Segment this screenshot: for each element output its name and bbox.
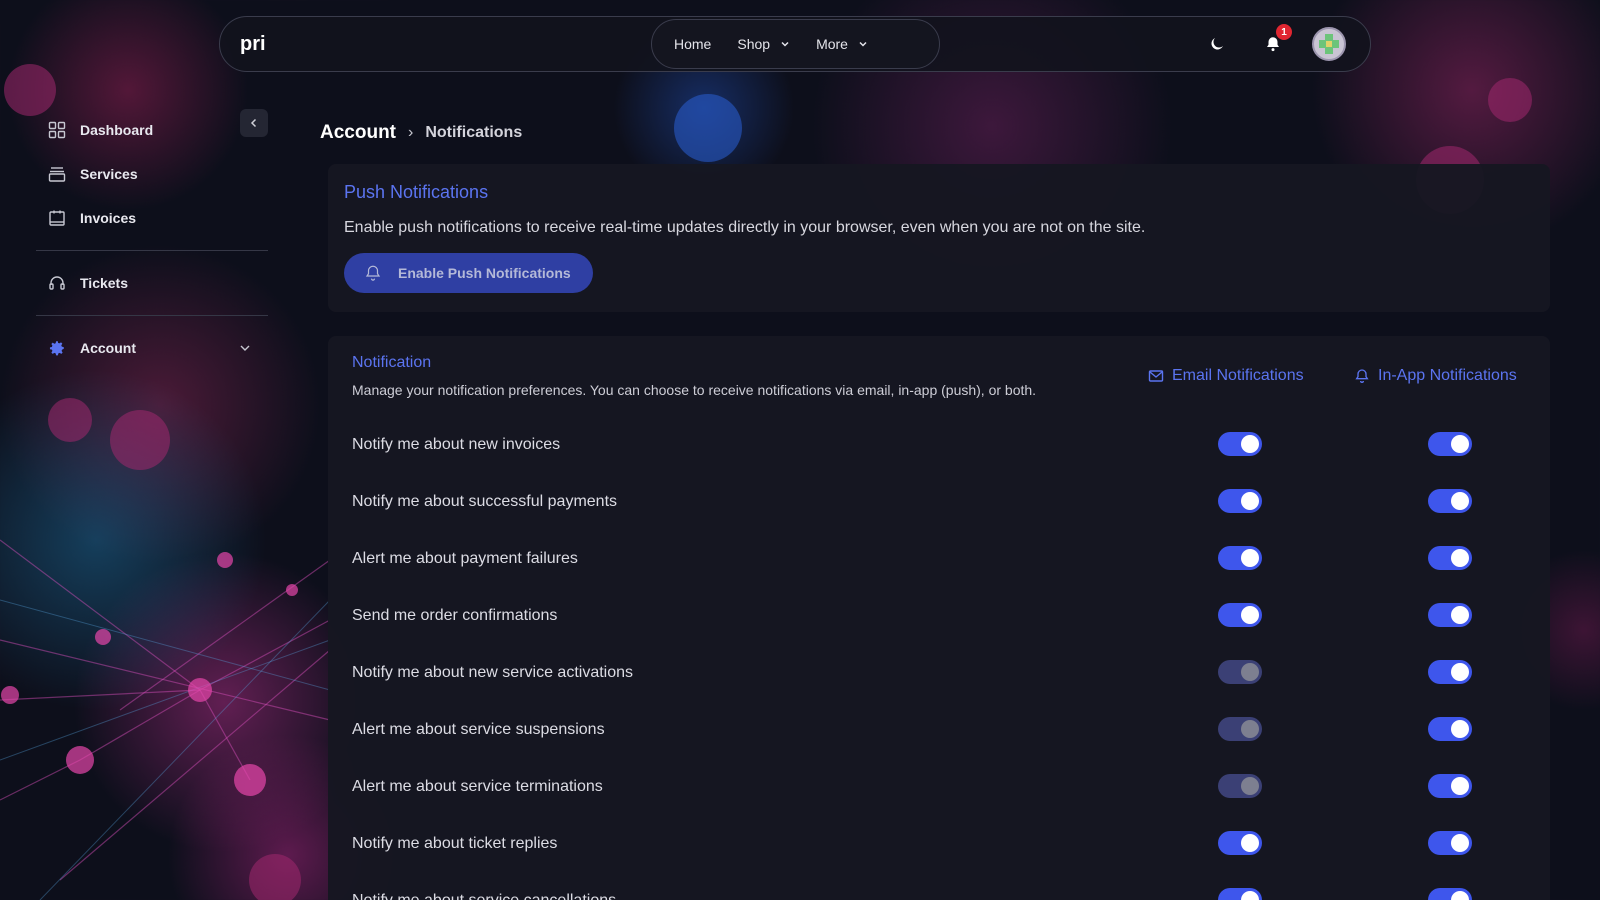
sidebar-item-label: Services: [80, 166, 138, 182]
top-actions: 1: [1178, 24, 1346, 61]
sidebar-item-account[interactable]: Account: [36, 326, 268, 370]
preference-row: Notify me about service cancellations: [352, 874, 1550, 900]
avatar[interactable]: [1312, 27, 1346, 61]
email-toggle[interactable]: [1218, 546, 1262, 570]
email-toggle[interactable]: [1218, 432, 1262, 456]
main-nav: Home Shop More: [651, 19, 940, 69]
preference-row: Alert me about service suspensions: [352, 703, 1550, 760]
enable-push-button[interactable]: Enable Push Notifications: [344, 253, 593, 293]
preference-label: Alert me about service suspensions: [352, 721, 605, 738]
inapp-toggle[interactable]: [1428, 717, 1472, 741]
email-toggle[interactable]: [1218, 717, 1262, 741]
preference-row: Alert me about service terminations: [352, 760, 1550, 817]
sidebar-item-label: Account: [80, 340, 136, 356]
sidebar: Dashboard Services Invoices Tickets Acco…: [36, 108, 268, 370]
preference-row: Notify me about new invoices: [352, 418, 1550, 475]
sidebar-item-label: Tickets: [80, 275, 128, 291]
nav-home[interactable]: Home: [674, 36, 711, 52]
preference-row: Alert me about payment failures: [352, 532, 1550, 589]
headset-icon: [49, 276, 65, 290]
inapp-header-label: In-App Notifications: [1378, 367, 1517, 384]
preference-label: Alert me about service terminations: [352, 778, 603, 795]
nav-home-label: Home: [674, 36, 712, 52]
sidebar-item-services[interactable]: Services: [36, 152, 268, 196]
inapp-notifications-header: In-App Notifications: [1354, 367, 1517, 385]
bell-outline-icon: [1355, 369, 1369, 383]
top-navbar: pri Home Shop More 1: [219, 16, 1371, 72]
nav-shop[interactable]: Shop: [737, 36, 790, 52]
inapp-toggle[interactable]: [1428, 432, 1472, 456]
mail-icon: [1148, 370, 1164, 382]
nav-more[interactable]: More: [816, 36, 868, 52]
inapp-toggle[interactable]: [1428, 546, 1472, 570]
inapp-toggle[interactable]: [1428, 888, 1472, 900]
email-toggle[interactable]: [1218, 774, 1262, 798]
stack-icon: [48, 167, 66, 182]
preference-label: Alert me about payment failures: [352, 550, 578, 567]
preference-row: Notify me about ticket replies: [352, 817, 1550, 874]
breadcrumb: Account › Notifications: [320, 122, 522, 144]
breadcrumb-current: Notifications: [425, 124, 523, 141]
notification-count-badge: 1: [1276, 24, 1292, 40]
chevron-down-icon: [781, 41, 789, 47]
inapp-toggle[interactable]: [1428, 603, 1472, 627]
enable-push-label: Enable Push Notifications: [398, 265, 571, 281]
push-notifications-card: Push Notifications Enable push notificat…: [328, 164, 1550, 312]
receipt-icon: [49, 210, 65, 226]
sidebar-divider: [36, 250, 268, 251]
email-toggle[interactable]: [1218, 489, 1262, 513]
inapp-toggle[interactable]: [1428, 831, 1472, 855]
email-toggle[interactable]: [1218, 831, 1262, 855]
inapp-toggle[interactable]: [1428, 489, 1472, 513]
breadcrumb-account[interactable]: Account: [320, 122, 396, 144]
sidebar-item-label: Invoices: [80, 210, 137, 226]
sidebar-item-tickets[interactable]: Tickets: [36, 261, 268, 305]
chevron-left-icon: [250, 118, 257, 128]
preferences-description: Manage your notification preferences. Yo…: [352, 382, 1037, 398]
preferences-title: Notification: [352, 354, 432, 371]
email-toggle[interactable]: [1218, 660, 1262, 684]
preference-label: Notify me about successful payments: [352, 493, 618, 510]
preference-label: Send me order confirmations: [352, 607, 558, 624]
gear-icon: [49, 341, 64, 356]
preference-label: Notify me about service cancellations: [352, 892, 616, 900]
sidebar-collapse-button[interactable]: [240, 109, 268, 137]
nav-more-label: More: [816, 36, 848, 52]
nav-shop-label: Shop: [737, 36, 771, 52]
inapp-toggle[interactable]: [1428, 660, 1472, 684]
notification-preferences-card: Notification Manage your notification pr…: [328, 336, 1550, 900]
email-notifications-header: Email Notifications: [1148, 367, 1304, 385]
moon-icon: [1211, 38, 1223, 50]
inapp-toggle[interactable]: [1428, 774, 1472, 798]
chevron-down-icon: [240, 345, 250, 351]
preference-row: Notify me about new service activations: [352, 646, 1550, 703]
preference-label: Notify me about new service activations: [352, 664, 634, 681]
email-header-label: Email Notifications: [1172, 367, 1304, 384]
sidebar-item-label: Dashboard: [80, 122, 154, 138]
bell-outline-icon: [365, 265, 381, 281]
preference-row: Notify me about successful payments: [352, 475, 1550, 532]
push-description: Enable push notifications to receive rea…: [344, 219, 1146, 236]
chevron-down-icon: [859, 41, 867, 47]
theme-toggle-button[interactable]: [1200, 27, 1234, 61]
notifications-button[interactable]: 1: [1256, 24, 1292, 61]
avatar-icon: [1319, 34, 1339, 54]
sidebar-item-dashboard[interactable]: Dashboard: [36, 108, 268, 152]
push-title: Push Notifications: [344, 182, 489, 202]
sidebar-item-invoices[interactable]: Invoices: [36, 196, 268, 240]
breadcrumb-separator: ›: [408, 124, 414, 141]
grid-icon: [48, 121, 66, 139]
email-toggle[interactable]: [1218, 888, 1262, 900]
preference-label: Notify me about new invoices: [352, 436, 561, 453]
preference-label: Notify me about ticket replies: [352, 835, 558, 852]
email-toggle[interactable]: [1218, 603, 1262, 627]
brand-logo[interactable]: pri: [240, 33, 266, 56]
preference-row: Send me order confirmations: [352, 589, 1550, 646]
sidebar-divider: [36, 315, 268, 316]
